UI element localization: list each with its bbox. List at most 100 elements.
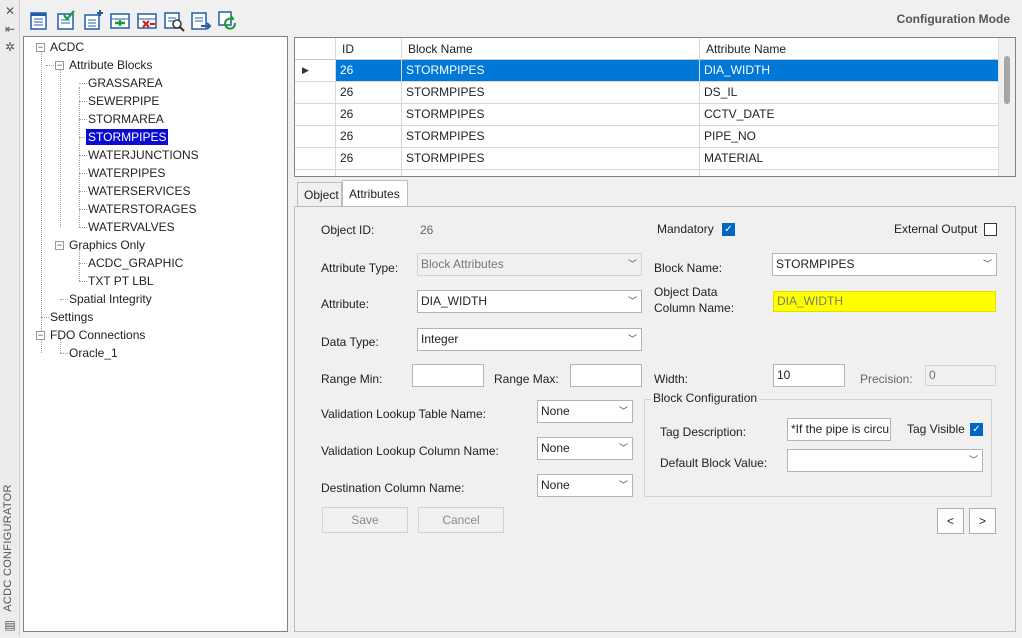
- add-list-icon[interactable]: [81, 9, 103, 31]
- lookup-column-select[interactable]: None ﹀: [537, 437, 633, 460]
- attribute-grid[interactable]: ID Block Name Attribute Name ▶ 26 STORMP…: [294, 37, 1016, 177]
- tree-block-item[interactable]: WATERPIPES: [88, 165, 165, 181]
- cell-block-name[interactable]: STORMPIPES: [402, 148, 700, 170]
- tree-block-item[interactable]: SEWERPIPE: [88, 93, 159, 109]
- table-row[interactable]: 26 STORMPIPES MATERIAL: [295, 148, 999, 170]
- export-icon[interactable]: [189, 9, 212, 31]
- external-output-checkbox[interactable]: [984, 223, 997, 236]
- lookup-table-select[interactable]: None ﹀: [537, 400, 633, 423]
- block-name-select[interactable]: STORMPIPES ﹀: [772, 253, 997, 276]
- tree-root[interactable]: ACDC: [50, 39, 84, 55]
- delete-row-icon[interactable]: [135, 9, 157, 31]
- dest-column-select[interactable]: None ﹀: [537, 474, 633, 497]
- grid-header-block-name[interactable]: Block Name: [402, 38, 700, 60]
- tree-block-item[interactable]: WATERJUNCTIONS: [88, 147, 199, 163]
- tree-attribute-blocks[interactable]: Attribute Blocks: [69, 57, 152, 73]
- object-id-label: Object ID:: [321, 223, 375, 237]
- validate-icon[interactable]: [54, 9, 76, 31]
- tag-visible-checkbox[interactable]: ✓: [970, 423, 983, 436]
- object-data-label-line2: Column Name:: [654, 301, 735, 315]
- cell-id[interactable]: 26: [336, 148, 402, 170]
- grid-header-id[interactable]: ID: [336, 38, 402, 60]
- cell-attribute-name[interactable]: CCTV_DATE: [700, 104, 999, 126]
- cell-id[interactable]: 26: [336, 104, 402, 126]
- row-header[interactable]: [295, 104, 336, 126]
- tree-block-item[interactable]: GRASSAREA: [88, 75, 163, 91]
- grid-scroll-thumb[interactable]: [1004, 56, 1010, 104]
- tab-object[interactable]: Object: [297, 182, 342, 206]
- graphics-only-expander[interactable]: −: [55, 241, 64, 250]
- tree-settings[interactable]: Settings: [50, 309, 93, 325]
- row-header[interactable]: [295, 148, 336, 170]
- block-name-value: STORMPIPES: [776, 257, 855, 271]
- table-row[interactable]: ▶ 26 STORMPIPES DIA_WIDTH: [295, 60, 999, 82]
- dest-column-value: None: [541, 478, 570, 492]
- range-min-field[interactable]: [412, 364, 484, 387]
- tree-spatial-integrity[interactable]: Spatial Integrity: [69, 291, 152, 307]
- chevron-down-icon: ﹀: [627, 296, 637, 306]
- grid-scrollbar[interactable]: [998, 38, 1015, 176]
- cell-attribute-name[interactable]: DIA_WIDTH: [700, 60, 999, 82]
- tree-fdo-item[interactable]: Oracle_1: [69, 345, 118, 361]
- tree-graphic-item[interactable]: TXT PT LBL: [88, 273, 154, 289]
- next-button[interactable]: >: [969, 508, 996, 534]
- tree-block-item[interactable]: WATERVALVES: [88, 219, 175, 235]
- cell-id[interactable]: 26: [336, 126, 402, 148]
- properties-icon[interactable]: ▤: [2, 618, 18, 632]
- add-row-icon[interactable]: [108, 9, 130, 31]
- tree-block-item[interactable]: WATERSERVICES: [88, 183, 190, 199]
- palette-strip: ✕ ⇤ ✲ ACDC CONFIGURATOR ▤: [0, 0, 20, 637]
- attribute-select[interactable]: DIA_WIDTH ﹀: [417, 290, 642, 313]
- grid-header-attribute-name[interactable]: Attribute Name: [700, 38, 999, 60]
- search-table-icon[interactable]: [162, 9, 185, 32]
- table-row[interactable]: 26 STORMPIPES CCTV_DATE: [295, 104, 999, 126]
- list-view-icon[interactable]: [27, 9, 49, 31]
- table-row[interactable]: 26 STORMPIPES DS_IL: [295, 82, 999, 104]
- row-header[interactable]: [295, 82, 336, 104]
- data-type-value: Integer: [421, 332, 459, 346]
- chevron-down-icon: ﹀: [618, 443, 628, 453]
- cell-id[interactable]: 26: [336, 60, 402, 82]
- close-icon[interactable]: ✕: [2, 4, 18, 18]
- cell-block-name[interactable]: STORMPIPES: [402, 126, 700, 148]
- tree-graphics-only[interactable]: Graphics Only: [69, 237, 145, 253]
- tree-block-item[interactable]: STORMAREA: [88, 111, 164, 127]
- default-block-value-label: Default Block Value:: [660, 456, 768, 470]
- tree-block-item[interactable]: WATERSTORAGES: [88, 201, 196, 217]
- tag-visible-label: Tag Visible: [907, 422, 965, 436]
- attribute-blocks-expander[interactable]: −: [55, 61, 64, 70]
- dest-column-label: Destination Column Name:: [321, 481, 465, 495]
- chevron-down-icon: ﹀: [618, 480, 628, 490]
- cell-attribute-name[interactable]: MATERIAL: [700, 148, 999, 170]
- fdo-expander[interactable]: −: [36, 331, 45, 340]
- mandatory-checkbox[interactable]: ✓: [722, 223, 735, 236]
- precision-field: 0: [925, 365, 996, 386]
- cell-attribute-name[interactable]: PIPE_NO: [700, 126, 999, 148]
- cancel-button[interactable]: Cancel: [418, 507, 504, 533]
- tab-attributes[interactable]: Attributes: [342, 180, 408, 206]
- data-type-select[interactable]: Integer ﹀: [417, 328, 642, 351]
- refresh-icon[interactable]: [216, 9, 238, 31]
- tree-fdo-connections[interactable]: FDO Connections: [50, 327, 145, 343]
- mode-label: Configuration Mode: [896, 12, 1010, 26]
- cell-block-name[interactable]: STORMPIPES: [402, 104, 700, 126]
- cell-block-name[interactable]: STORMPIPES: [402, 60, 700, 82]
- tag-description-field[interactable]: *If the pipe is circu: [787, 418, 891, 441]
- tree-graphic-item[interactable]: ACDC_GRAPHIC: [88, 255, 183, 271]
- tree-block-item-selected[interactable]: STORMPIPES: [86, 129, 169, 145]
- save-button[interactable]: Save: [322, 507, 408, 533]
- range-max-field[interactable]: [570, 364, 642, 387]
- table-row-partial: [295, 170, 999, 176]
- cell-id[interactable]: 26: [336, 82, 402, 104]
- settings-icon[interactable]: ✲: [2, 40, 18, 54]
- object-data-column-field[interactable]: DIA_WIDTH: [773, 291, 996, 312]
- cell-attribute-name[interactable]: DS_IL: [700, 82, 999, 104]
- row-header[interactable]: [295, 126, 336, 148]
- cell-block-name[interactable]: STORMPIPES: [402, 82, 700, 104]
- pin-icon[interactable]: ⇤: [2, 22, 18, 36]
- root-expander[interactable]: −: [36, 43, 45, 52]
- width-field[interactable]: 10: [773, 364, 845, 387]
- prev-button[interactable]: <: [937, 508, 964, 534]
- default-block-value-select[interactable]: ﹀: [787, 449, 983, 472]
- table-row[interactable]: 26 STORMPIPES PIPE_NO: [295, 126, 999, 148]
